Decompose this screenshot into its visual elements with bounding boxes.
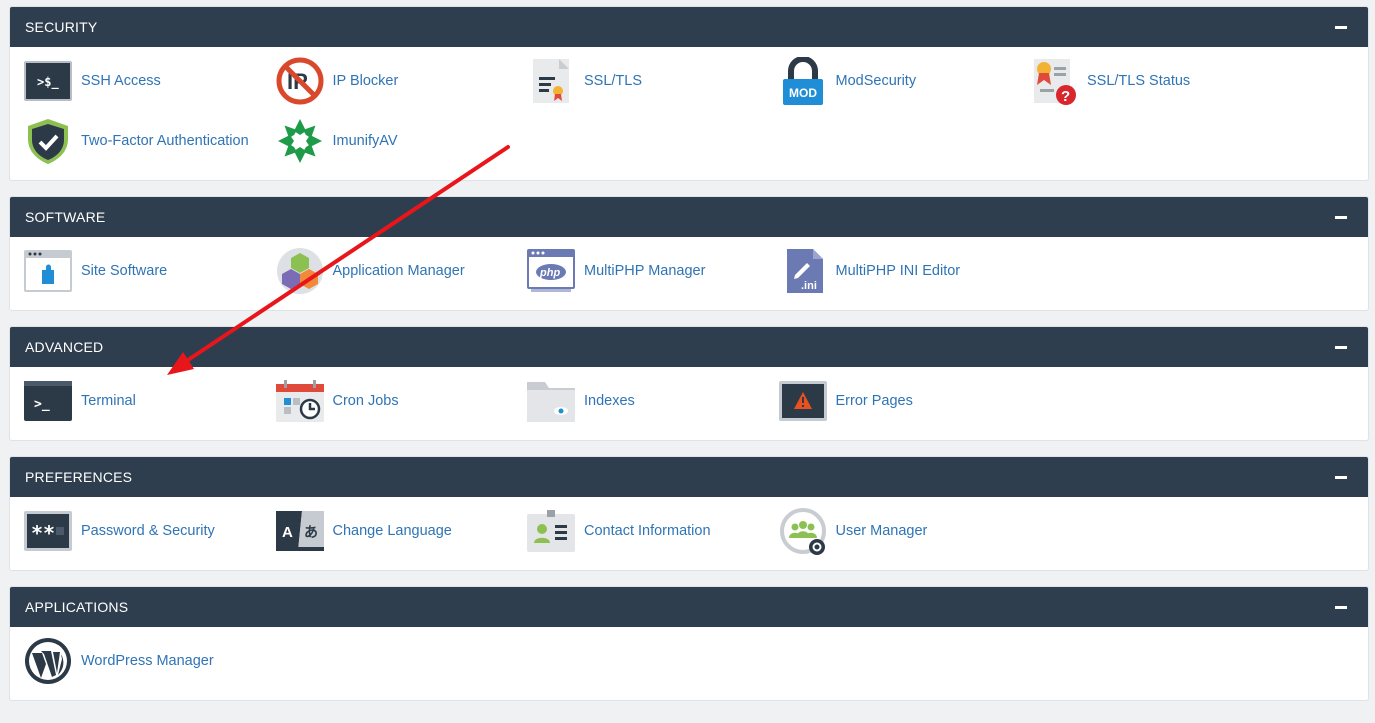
panel-preferences: PREFERENCES ** Password & Security A あ C… bbox=[9, 456, 1369, 571]
item-label: ImunifyAV bbox=[332, 133, 398, 149]
svg-text:>_: >_ bbox=[34, 397, 50, 412]
minus-icon bbox=[1335, 345, 1347, 349]
users-gear-icon bbox=[779, 507, 827, 555]
imunify-icon bbox=[276, 117, 324, 165]
svg-text:php: php bbox=[539, 267, 560, 279]
collapse-button[interactable] bbox=[1331, 597, 1351, 617]
item-label: IP Blocker bbox=[332, 73, 399, 89]
terminal-icon: >_ bbox=[24, 377, 72, 425]
item-multiphp-manager[interactable]: php MultiPHP Manager bbox=[527, 247, 779, 295]
panel-header-preferences[interactable]: PREFERENCES bbox=[10, 457, 1368, 497]
svg-text:MOD: MOD bbox=[789, 86, 817, 100]
panel-title: SOFTWARE bbox=[25, 209, 106, 225]
item-label: ModSecurity bbox=[835, 73, 917, 89]
item-label: MultiPHP Manager bbox=[584, 263, 706, 279]
item-label: WordPress Manager bbox=[81, 653, 214, 669]
item-site-software[interactable]: Site Software bbox=[24, 247, 276, 295]
item-user-manager[interactable]: User Manager bbox=[779, 507, 1031, 555]
shield-check-icon bbox=[24, 117, 72, 165]
panel-header-advanced[interactable]: ADVANCED bbox=[10, 327, 1368, 367]
minus-icon bbox=[1335, 25, 1347, 29]
panel-software: SOFTWARE Site Software Application Manag… bbox=[9, 196, 1369, 311]
certificate-icon bbox=[527, 57, 575, 105]
item-ssl-tls-status[interactable]: ? SSL/TLS Status bbox=[1030, 57, 1282, 105]
minus-icon bbox=[1335, 605, 1347, 609]
puzzle-window-icon bbox=[24, 247, 72, 295]
svg-text:**: ** bbox=[31, 521, 55, 545]
item-terminal[interactable]: >_ Terminal bbox=[24, 377, 276, 425]
item-label: Cron Jobs bbox=[332, 393, 399, 409]
item-label: Password & Security bbox=[81, 523, 215, 539]
terminal-ssh-icon: >$_ bbox=[24, 57, 72, 105]
collapse-button[interactable] bbox=[1331, 337, 1351, 357]
contact-card-icon bbox=[527, 507, 575, 555]
item-cron-jobs[interactable]: Cron Jobs bbox=[275, 377, 528, 425]
item-label: SSL/TLS bbox=[584, 73, 643, 89]
ini-file-icon: .ini bbox=[779, 247, 827, 295]
item-label: User Manager bbox=[835, 523, 928, 539]
svg-text:>$_: >$_ bbox=[37, 75, 59, 90]
svg-text:あ: あ bbox=[304, 525, 318, 541]
item-ssl-tls[interactable]: SSL/TLS bbox=[527, 57, 779, 105]
panel-title: SECURITY bbox=[25, 19, 98, 35]
minus-icon bbox=[1335, 475, 1347, 479]
collapse-button[interactable] bbox=[1331, 467, 1351, 487]
item-contact-information[interactable]: Contact Information bbox=[527, 507, 779, 555]
item-wordpress-manager[interactable]: WordPress Manager bbox=[24, 637, 276, 685]
item-label: Change Language bbox=[332, 523, 452, 539]
panel-header-software[interactable]: SOFTWARE bbox=[10, 197, 1368, 237]
minus-icon bbox=[1335, 215, 1347, 219]
item-multiphp-ini-editor[interactable]: .ini MultiPHP INI Editor bbox=[779, 247, 1031, 295]
item-label: Site Software bbox=[81, 263, 168, 279]
warning-screen-icon bbox=[778, 377, 827, 425]
panel-title: ADVANCED bbox=[25, 339, 104, 355]
cubes-icon bbox=[276, 247, 324, 295]
ip-blocker-icon: IP bbox=[276, 57, 324, 105]
item-label: MultiPHP INI Editor bbox=[835, 263, 961, 279]
item-label: Indexes bbox=[584, 393, 635, 409]
item-label: Terminal bbox=[81, 393, 136, 409]
svg-text:.ini: .ini bbox=[801, 280, 817, 292]
panel-title: PREFERENCES bbox=[25, 469, 133, 485]
item-label: Application Manager bbox=[332, 263, 465, 279]
item-label: Two-Factor Authentication bbox=[81, 133, 249, 149]
item-change-language[interactable]: A あ Change Language bbox=[275, 507, 528, 555]
item-indexes[interactable]: Indexes bbox=[527, 377, 779, 425]
panel-header-security[interactable]: SECURITY bbox=[10, 7, 1368, 47]
panel-advanced: ADVANCED >_ Terminal Cron Jobs Indexes E… bbox=[9, 326, 1369, 441]
item-two-factor-authentication[interactable]: Two-Factor Authentication bbox=[24, 117, 276, 165]
item-password-security[interactable]: ** Password & Security bbox=[24, 507, 276, 555]
calendar-clock-icon bbox=[275, 377, 324, 425]
password-icon: ** bbox=[24, 507, 72, 555]
certificate-status-icon: ? bbox=[1030, 57, 1078, 105]
collapse-button[interactable] bbox=[1331, 17, 1351, 37]
panel-security: SECURITY >$_ SSH Access IP Blocker SSL/T… bbox=[9, 6, 1369, 181]
panel-title: APPLICATIONS bbox=[25, 599, 129, 615]
item-label: Error Pages bbox=[835, 393, 913, 409]
wordpress-icon bbox=[24, 637, 72, 685]
item-modsecurity[interactable]: MOD ModSecurity bbox=[779, 57, 1031, 105]
svg-text:A: A bbox=[282, 524, 293, 541]
item-label: SSH Access bbox=[81, 73, 161, 89]
panel-header-applications[interactable]: APPLICATIONS bbox=[10, 587, 1368, 627]
item-imunifyav[interactable]: ImunifyAV bbox=[276, 117, 528, 165]
item-error-pages[interactable]: Error Pages bbox=[778, 377, 1031, 425]
collapse-button[interactable] bbox=[1331, 207, 1351, 227]
panel-applications: APPLICATIONS WordPress Manager bbox=[9, 586, 1369, 701]
item-ip-blocker[interactable]: IP IP Blocker bbox=[276, 57, 528, 105]
folder-eye-icon bbox=[527, 377, 575, 425]
item-application-manager[interactable]: Application Manager bbox=[276, 247, 528, 295]
item-ssh-access[interactable]: >$_ SSH Access bbox=[24, 57, 276, 105]
padlock-mod-icon: MOD bbox=[779, 57, 827, 105]
item-label: Contact Information bbox=[584, 523, 711, 539]
php-window-icon: php bbox=[527, 247, 575, 295]
item-label: SSL/TLS Status bbox=[1087, 73, 1191, 89]
language-icon: A あ bbox=[275, 507, 324, 555]
svg-text:?: ? bbox=[1061, 88, 1070, 105]
